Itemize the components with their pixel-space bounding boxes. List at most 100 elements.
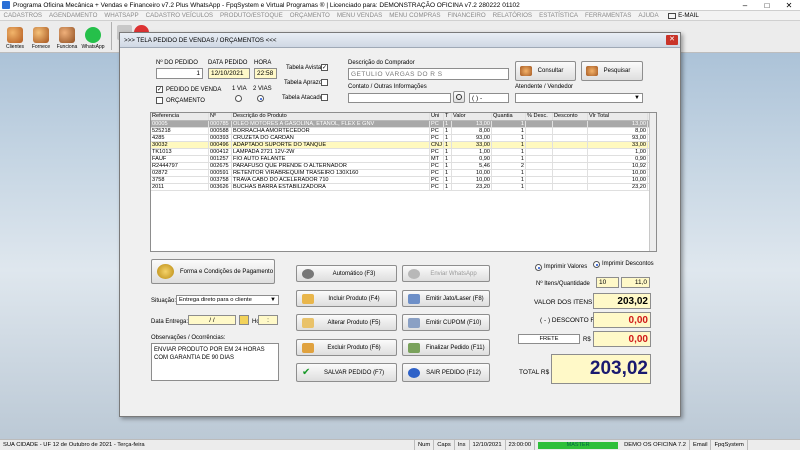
menu-whatsapp[interactable]: WHATSAPP	[101, 12, 142, 19]
consultar-button[interactable]: Consultar	[515, 61, 576, 81]
toolbar-fornecedores-button[interactable]: Fornece	[29, 21, 53, 51]
exit-icon	[408, 367, 420, 378]
two-copies-label: 2 VIAS	[253, 86, 272, 92]
price-table-aprazo-checkbox[interactable]	[321, 79, 328, 86]
menu-cadastro-veiculos[interactable]: CADASTRO VEÍCULOS	[142, 12, 216, 19]
table-row[interactable]: R2444797 002675 PARAFUSO QUE PRENDE O ALTE…	[151, 163, 656, 170]
save-order-button[interactable]: ✔ SALVAR PEDIDO (F7)	[296, 363, 397, 382]
minimize-button[interactable]: –	[734, 0, 756, 11]
freight-field[interactable]: 0,00	[593, 331, 651, 347]
price-table-avista-checkbox[interactable]: ✓	[321, 64, 328, 71]
items-grid[interactable]: Referencia Nº Descrição do Produto Uni T…	[150, 112, 657, 252]
col-valor[interactable]: Valor	[452, 113, 492, 120]
col-valor-total[interactable]: Vlr Total	[588, 113, 648, 120]
menu-vendas[interactable]: MENU VENDAS	[333, 12, 385, 19]
menu-orcamento[interactable]: ORÇAMENTO	[286, 12, 333, 19]
table-row[interactable]: 30032 000496 ADAPTADO SUPORTE DO TANQUE CNJ…	[151, 142, 656, 149]
cell-tabela: 1	[444, 121, 452, 127]
quote-checkbox[interactable]	[156, 97, 163, 104]
add-product-button[interactable]: Incluir Produto (F4)	[296, 290, 397, 307]
order-number-field[interactable]: 1	[156, 68, 203, 79]
table-row[interactable]: 3758 003758 TRAVA CABO DO ACELERADOR 710 PC…	[151, 177, 656, 184]
situation-label: Situação:	[151, 298, 177, 304]
price-table-atacado-checkbox[interactable]	[321, 94, 328, 101]
menu-email[interactable]: E-MAIL	[668, 12, 699, 19]
order-date-field[interactable]: 12/10/2021	[208, 68, 250, 79]
edit-product-button[interactable]: Alterar Produto (F5)	[296, 314, 397, 331]
cell-quantia: 1	[492, 142, 526, 148]
menu-cadastros[interactable]: CADASTROS	[0, 12, 46, 19]
pesquisar-button[interactable]: Pesquisar	[581, 61, 643, 81]
one-copy-radio[interactable]	[235, 95, 242, 102]
col-numero[interactable]: Nº	[209, 113, 232, 120]
col-quantia[interactable]: Quantia	[492, 113, 526, 120]
freight-currency-label: R$	[583, 337, 591, 343]
cell-referencia: 2011	[151, 184, 209, 190]
buyer-field[interactable]: GETULIO VARGAS DO R S	[348, 68, 509, 80]
payment-conditions-button[interactable]: Forma e Condições de Pagamento	[151, 259, 275, 284]
toolbar-clientes-button[interactable]: Clientes	[3, 21, 27, 51]
cell-desconto	[553, 121, 588, 127]
phone-field[interactable]: ( ) -	[469, 93, 509, 103]
delete-product-button[interactable]: Excluir Produto (F6)	[296, 339, 397, 356]
table-row[interactable]: 2011 003626 BUCHAS BARRA ESTABILIZADORA PC 1…	[151, 184, 656, 191]
order-time-field[interactable]: 22:58	[254, 68, 277, 79]
print-laser-button[interactable]: Emitir Jato/Laser (F8)	[402, 290, 490, 307]
menu-estatistica[interactable]: ESTATÍSTICA	[536, 12, 582, 19]
contact-field[interactable]	[348, 93, 451, 103]
col-referencia[interactable]: Referencia	[151, 113, 209, 120]
table-row[interactable]: 4285 000393 CRUZETA DO CARDAN PC 1 93,00 1 93,0…	[151, 135, 656, 142]
sales-order-checkbox[interactable]: ✓	[156, 86, 163, 93]
two-copies-radio[interactable]	[257, 95, 264, 102]
table-row[interactable]: 00005 000785 ÓLEO MOTORES A GASOLINA, ETAN…	[151, 121, 656, 128]
phone-lookup-button[interactable]	[453, 91, 465, 103]
automatic-button[interactable]: Automático (F3)	[296, 265, 397, 282]
table-row[interactable]: FAUF 001257 FIO AUTO FALANTE MT 1 0,90 1 0,90	[151, 156, 656, 163]
items-value-field: 203,02	[593, 293, 651, 309]
observations-textarea[interactable]: ENVIAR PRODUTO POR EM 24 HORAS COM GARAN…	[151, 343, 279, 381]
cell-unidade: CNJ	[430, 142, 444, 148]
print-coupon-button[interactable]: Emitir CUPOM (F10)	[402, 314, 490, 331]
cell-descricao: TRAVA CABO DO ACELERADOR 710	[232, 177, 430, 183]
finalize-order-button[interactable]: Finalizar Pedido (F11)	[402, 339, 490, 356]
send-whatsapp-button[interactable]: Enviar WhatsApp	[402, 265, 490, 282]
menu-produto-estoque[interactable]: PRODUTO/ESTOQUE	[217, 12, 287, 19]
col-desconto[interactable]: Desconto	[553, 113, 588, 120]
menu-compras[interactable]: MENU COMPRAS	[386, 12, 444, 19]
delivery-date-field[interactable]: / /	[188, 315, 236, 325]
seller-select[interactable]: ▼	[515, 93, 643, 103]
menu-financeiro[interactable]: FINANCEIRO	[444, 12, 489, 19]
cell-unidade: PC	[430, 177, 444, 183]
exit-order-button[interactable]: SAIR PEDIDO (F12)	[402, 363, 490, 382]
situation-select[interactable]: Entrega direto para o cliente ▼	[176, 295, 279, 305]
table-row[interactable]: TK1013 000412 LAMPADA 2721 12V-2W PC 1 1,00 1 1…	[151, 149, 656, 156]
status-email[interactable]: Email	[690, 440, 712, 450]
menu-relatorios[interactable]: RELATÓRIOS	[489, 12, 535, 19]
menu-agendamento[interactable]: AGENDAMENTO	[46, 12, 101, 19]
menu-ferramentas[interactable]: FERRAMENTAS	[582, 12, 635, 19]
cell-valor-total: 10,00	[588, 177, 648, 183]
calendar-icon[interactable]	[239, 315, 249, 325]
table-row[interactable]: 525218 000588 BORRACHA AMORTECEDOR PC 1 8,00 1…	[151, 128, 656, 135]
grid-vertical-scrollbar[interactable]	[649, 113, 656, 251]
add-product-label: Incluir Produto (F4)	[328, 295, 380, 302]
discount-field[interactable]: 0,00	[593, 312, 651, 328]
toolbar-whatsapp-button[interactable]: WhatsApp	[81, 21, 105, 51]
toolbar-funcionarios-button[interactable]: Funciona	[55, 21, 79, 51]
maximize-button[interactable]: □	[756, 0, 778, 11]
table-row[interactable]: 02872 000591 RETENTOR VIRABREQUIM TRASEIRO…	[151, 170, 656, 177]
col-tabela[interactable]: T	[444, 113, 452, 120]
col-unidade[interactable]: Uni	[430, 113, 444, 120]
delivery-time-field[interactable]: :	[258, 315, 278, 325]
suppliers-icon	[33, 27, 49, 43]
menu-ajuda[interactable]: AJUDA	[635, 12, 662, 19]
print-discounts-radio[interactable]	[593, 261, 600, 268]
dialog-close-button[interactable]: ✕	[666, 35, 678, 45]
col-pct-desconto[interactable]: % Desc.	[526, 113, 553, 120]
window-title: Programa Oficina Mecânica + Vendas e Fin…	[13, 1, 520, 9]
toolbar-clientes-label: Clientes	[5, 44, 25, 50]
close-window-button[interactable]: ✕	[778, 0, 800, 11]
print-values-radio[interactable]	[535, 264, 542, 271]
cell-valor-total: 93,00	[588, 135, 648, 141]
col-descricao[interactable]: Descrição do Produto	[232, 113, 430, 120]
